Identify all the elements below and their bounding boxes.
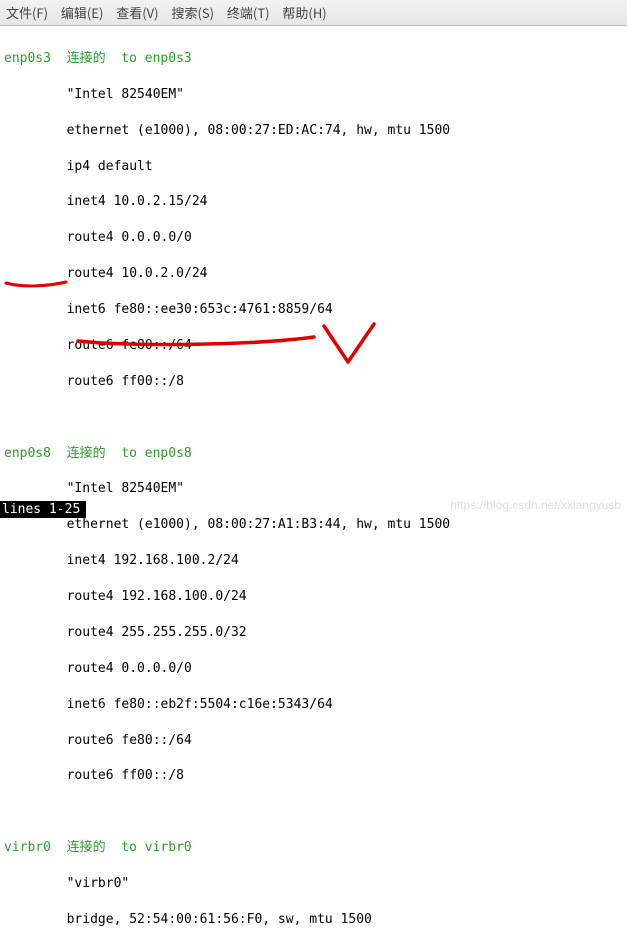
- iface-line: route4 192.168.100.0/24: [67, 589, 247, 604]
- iface-device: "virbr0": [67, 876, 130, 891]
- iface-line: inet6 fe80::ee30:653c:4761:8859/64: [67, 302, 333, 317]
- iface-name: virbr0: [4, 839, 59, 857]
- menu-search[interactable]: 搜索(S): [171, 3, 214, 22]
- iface-name: enp0s3: [4, 50, 59, 68]
- terminal-output[interactable]: enp0s3 连接的 to enp0s3 "Intel 82540EM" eth…: [0, 26, 627, 947]
- iface-line: inet4 10.0.2.15/24: [67, 194, 208, 209]
- iface-state: 连接的: [67, 446, 106, 461]
- iface-line: route4 255.255.255.0/32: [67, 625, 247, 640]
- menu-help[interactable]: 帮助(H): [282, 3, 326, 22]
- iface-line: route4 0.0.0.0/0: [67, 661, 192, 676]
- iface-to: to enp0s3: [121, 51, 191, 66]
- pager-status: lines 1-25: [0, 501, 86, 518]
- iface-device: "Intel 82540EM": [67, 87, 184, 102]
- iface-line: ethernet (e1000), 08:00:27:ED:AC:74, hw,…: [67, 123, 451, 138]
- menu-terminal[interactable]: 终端(T): [227, 3, 270, 22]
- iface-to: to enp0s8: [121, 446, 191, 461]
- iface-device: "Intel 82540EM": [67, 481, 184, 496]
- iface-state: 连接的: [67, 840, 106, 855]
- iface-line: route4 0.0.0.0/0: [67, 230, 192, 245]
- iface-line: ip4 default: [67, 159, 153, 174]
- iface-name: enp0s8: [4, 445, 59, 463]
- menu-edit[interactable]: 编辑(E): [61, 3, 103, 22]
- menubar: 文件(F) 编辑(E) 查看(V) 搜索(S) 终端(T) 帮助(H): [0, 0, 627, 26]
- iface-line: route6 fe80::/64: [67, 733, 192, 748]
- iface-line: bridge, 52:54:00:61:56:F0, sw, mtu 1500: [67, 912, 372, 927]
- menu-file[interactable]: 文件(F): [6, 3, 48, 22]
- iface-line: inet6 fe80::eb2f:5504:c16e:5343/64: [67, 697, 333, 712]
- menu-view[interactable]: 查看(V): [116, 3, 158, 22]
- iface-line: route4 10.0.2.0/24: [67, 266, 208, 281]
- iface-line: inet4 192.168.100.2/24: [67, 553, 239, 568]
- iface-line: route6 fe80::/64: [67, 338, 192, 353]
- iface-to: to virbr0: [121, 840, 191, 855]
- iface-line: route6 ff00::/8: [67, 768, 184, 783]
- iface-state: 连接的: [67, 51, 106, 66]
- iface-line: ethernet (e1000), 08:00:27:A1:B3:44, hw,…: [67, 517, 451, 532]
- iface-line: route6 ff00::/8: [67, 374, 184, 389]
